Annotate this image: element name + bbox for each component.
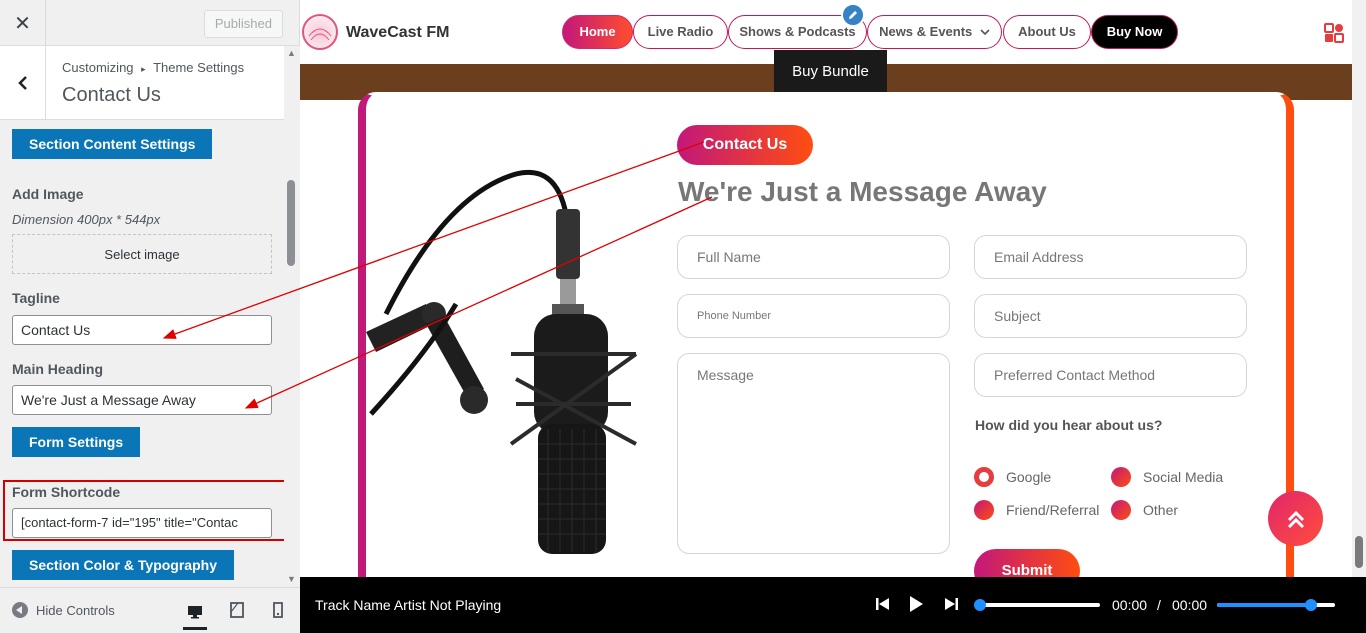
nav-buy-now[interactable]: Buy Now (1091, 15, 1178, 49)
message-field[interactable]: Message (677, 353, 950, 554)
play-icon[interactable] (907, 595, 925, 613)
radio-indicator (974, 500, 994, 520)
contact-heading: We're Just a Message Away (678, 176, 1047, 207)
site-title[interactable]: WaveCast FM (346, 24, 449, 42)
radio-selected-indicator (974, 467, 994, 487)
radio-google-label: Google (1006, 469, 1052, 485)
seek-slider[interactable] (974, 599, 1100, 611)
desktop-preview-button[interactable] (183, 596, 207, 630)
site-preview[interactable]: WaveCast FM Home Live Radio Shows & Podc… (300, 0, 1366, 633)
preview-scrollbar[interactable] (1352, 0, 1366, 577)
nav-live-radio[interactable]: Live Radio (633, 15, 728, 49)
email-field[interactable]: Email Address (974, 235, 1247, 279)
add-image-label: Add Image (12, 186, 84, 202)
microphone-image (366, 169, 638, 554)
mobile-preview-button[interactable] (266, 598, 290, 622)
breadcrumb-parent: Theme Settings (153, 60, 245, 75)
select-image-button[interactable]: Select image (12, 234, 272, 274)
previous-track-icon[interactable] (874, 595, 892, 613)
pencil-icon (849, 11, 857, 19)
main-heading-label: Main Heading (12, 361, 104, 377)
panel-header: Customizing ▸ Theme Settings Contact Us (0, 46, 284, 120)
sidebar-scroll-thumb[interactable] (287, 180, 295, 266)
hear-about-label: How did you hear about us? (975, 417, 1163, 433)
preferred-contact-field[interactable]: Preferred Contact Method (974, 353, 1247, 397)
audio-player: Track Name Artist Not Playing 00:00 / 00… (300, 577, 1366, 633)
next-track-icon[interactable] (942, 595, 960, 613)
breadcrumb-separator: ▸ (141, 64, 146, 74)
volume-level (1217, 603, 1312, 607)
scroll-up-arrow[interactable]: ▲ (287, 48, 296, 58)
image-dimension-note: Dimension 400px * 544px (12, 212, 161, 227)
section-content-settings-button[interactable]: Section Content Settings (12, 129, 213, 159)
radio-other-label: Other (1143, 502, 1179, 518)
radio-indicator (1111, 500, 1131, 520)
subject-field[interactable]: Subject (974, 294, 1247, 338)
nav-about-us[interactable]: About Us (1003, 15, 1091, 49)
collapse-arrow-icon (12, 602, 28, 618)
chevron-left-icon (17, 76, 27, 90)
main-heading-input[interactable]: We're Just a Message Away (12, 385, 272, 415)
time-separator: / (1157, 597, 1161, 613)
edit-shortcut-button[interactable] (841, 3, 865, 27)
buy-bundle-button[interactable]: Buy Bundle (774, 50, 887, 94)
radio-social-media[interactable]: Social Media (1111, 467, 1223, 487)
controls-list[interactable]: Section Content Settings Add Image Dimen… (0, 120, 284, 587)
seek-handle[interactable] (974, 599, 986, 611)
radio-friend-referral-label: Friend/Referral (1006, 502, 1100, 518)
breadcrumb-root: Customizing (62, 60, 134, 75)
form-shortcode-label: Form Shortcode (12, 484, 121, 500)
customizer-footer: Hide Controls (0, 587, 300, 633)
chevron-down-icon (980, 29, 990, 36)
tagline-input[interactable]: Contact Us (12, 315, 272, 345)
wave-logo-icon (308, 28, 332, 41)
scroll-down-arrow[interactable]: ▼ (287, 574, 296, 584)
breadcrumb: Customizing ▸ Theme Settings (62, 60, 244, 75)
form-settings-button[interactable]: Form Settings (12, 427, 141, 457)
volume-handle[interactable] (1305, 599, 1318, 611)
radio-social-media-label: Social Media (1143, 469, 1224, 485)
preview-scroll-thumb[interactable] (1355, 536, 1363, 568)
customizer-header: ✕ Published (0, 0, 299, 46)
volume-slider[interactable] (1217, 599, 1335, 611)
site-logo[interactable] (302, 14, 338, 50)
full-name-field[interactable]: Full Name (677, 235, 950, 279)
radio-friend-referral[interactable]: Friend/Referral (974, 500, 1099, 520)
scroll-to-top-button[interactable] (1268, 491, 1323, 546)
panel-title: Contact Us (62, 84, 161, 106)
desktop-icon (188, 605, 202, 618)
hide-controls-button[interactable]: Hide Controls (12, 602, 115, 618)
mobile-icon (273, 602, 283, 618)
contact-tagline: Contact Us (677, 125, 813, 165)
back-button[interactable] (0, 46, 46, 120)
close-customizer-button[interactable]: ✕ (0, 0, 46, 46)
form-shortcode-input[interactable]: [contact-form-7 id="195" title="Contac (12, 508, 272, 538)
radio-google[interactable]: Google (974, 467, 1051, 487)
section-color-typography-button[interactable]: Section Color & Typography (12, 550, 234, 580)
current-time: 00:00 (1112, 597, 1148, 613)
phone-field[interactable]: Phone Number (677, 294, 950, 338)
nav-news-events[interactable]: News & Events (867, 15, 1002, 49)
radio-indicator (1111, 467, 1131, 487)
nav-news-events-label: News & Events (879, 24, 973, 39)
published-button[interactable]: Published (203, 10, 283, 38)
tablet-preview-button[interactable] (225, 598, 249, 622)
tagline-label: Tagline (12, 290, 60, 306)
hide-controls-label: Hide Controls (36, 602, 115, 618)
track-info: Track Name Artist Not Playing (315, 597, 502, 613)
apps-grid-icon[interactable] (1324, 23, 1344, 43)
tablet-icon (230, 602, 244, 618)
nav-home[interactable]: Home (562, 15, 633, 49)
customizer-sidebar: ✕ Published Customizing ▸ Theme Settings… (0, 0, 300, 633)
sidebar-scrollbar[interactable]: ▲ ▼ (284, 46, 300, 587)
double-chevron-up-icon (1287, 510, 1304, 528)
radio-other[interactable]: Other (1111, 500, 1178, 520)
duration: 00:00 (1172, 597, 1208, 613)
